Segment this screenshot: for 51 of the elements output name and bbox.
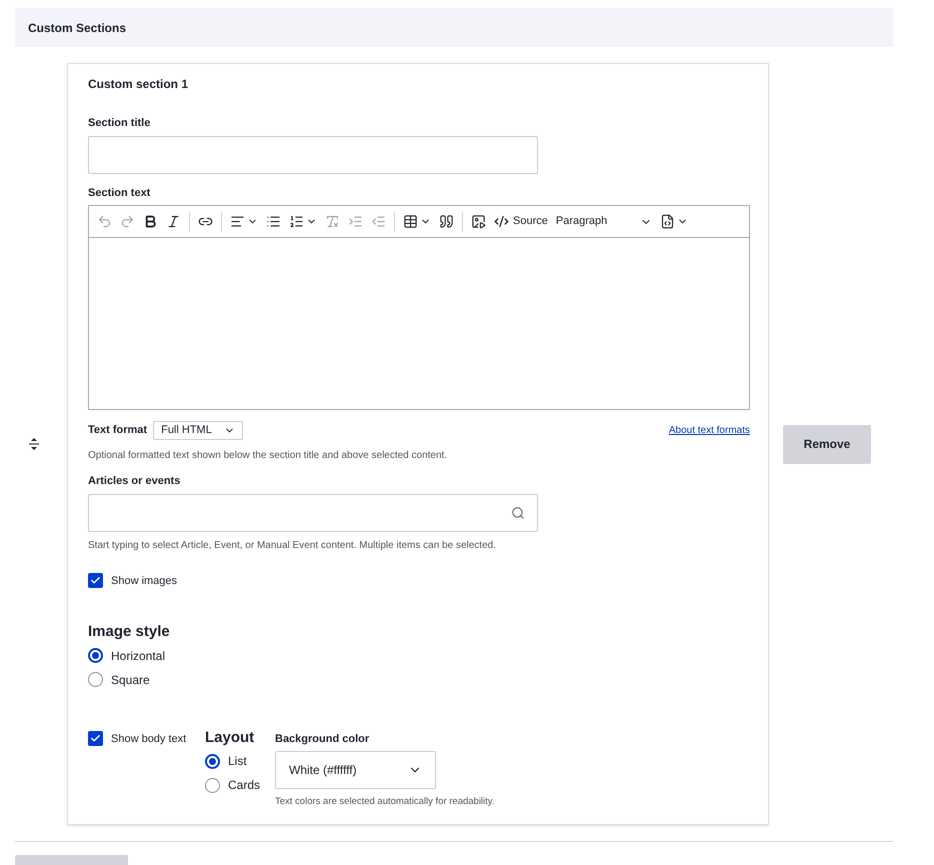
help-text: Optional formatted text shown below the section title and above selected content.: [88, 449, 448, 463]
radio-label: List: [228, 753, 247, 770]
bold-icon: [143, 214, 158, 229]
field-label: Text format: [88, 423, 148, 438]
help-text: Start typing to select Article, Event, or Manual Event content. Multiple items can be selected.: [88, 538, 497, 552]
image-style-heading: Image style: [88, 622, 171, 642]
remove-button[interactable]: Remove: [783, 424, 871, 464]
numbered-list-icon: [289, 214, 304, 229]
search-icon: [511, 506, 525, 520]
code-icon: [494, 214, 509, 229]
section-heading: Custom Sections: [28, 20, 126, 36]
table-icon: [403, 214, 418, 229]
undo-icon: [97, 214, 112, 229]
section-title-input[interactable]: [88, 136, 538, 174]
clear-formatting-icon: [325, 214, 340, 229]
heading-dropdown[interactable]: Paragraph: [552, 210, 656, 234]
checkmark-icon: [90, 733, 101, 744]
radio-button[interactable]: [88, 672, 103, 687]
radio-button[interactable]: [205, 778, 220, 792]
checkbox-label: Show images: [111, 574, 178, 588]
about-text-formats-link[interactable]: About text formats: [668, 423, 750, 438]
card-title: Custom section 1: [88, 76, 190, 93]
italic-icon: [166, 214, 181, 229]
radio-label: Horizontal: [111, 648, 166, 664]
background-color-select[interactable]: White (#ffffff): [275, 751, 436, 789]
media-icon: [471, 214, 486, 229]
outdent-icon: [371, 214, 386, 229]
source-button[interactable]: Source: [490, 210, 552, 234]
radio-button[interactable]: [205, 754, 220, 768]
radio-button[interactable]: [88, 648, 103, 663]
field-label: Section title: [88, 116, 152, 131]
indent-icon: [348, 214, 363, 229]
checkmark-icon: [90, 575, 101, 586]
field-label: Section text: [88, 186, 152, 200]
bulleted-list-icon: [266, 214, 281, 229]
radio-label: Cards: [228, 777, 260, 794]
radio-label: Square: [111, 672, 150, 688]
checkbox-label: Show body text: [111, 732, 186, 746]
code-file-icon: [660, 214, 675, 229]
field-label: Background color: [275, 732, 370, 746]
redo-icon: [120, 214, 135, 229]
align-left-icon: [230, 214, 245, 229]
checkbox[interactable]: [88, 573, 103, 588]
drag-handle-icon: [28, 438, 38, 450]
text-format-select[interactable]: Full HTML: [153, 421, 243, 440]
field-label: Articles or events: [88, 474, 182, 489]
quote-icon: [439, 214, 454, 229]
help-text: Text colors are selected automatically for readability.: [275, 795, 494, 809]
checkbox[interactable]: [88, 731, 103, 746]
layout-heading: Layout: [205, 728, 256, 748]
articles-search-field[interactable]: [88, 494, 538, 532]
